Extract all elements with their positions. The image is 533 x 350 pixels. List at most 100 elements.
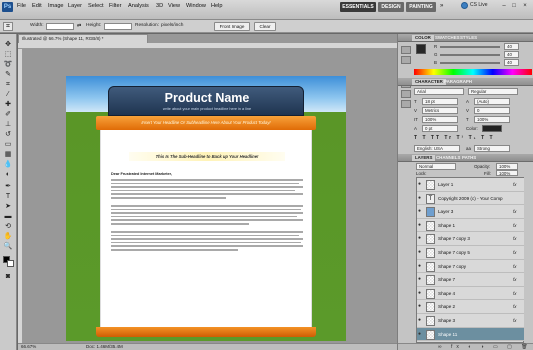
move-tool-icon[interactable]: ✥ (3, 40, 13, 49)
workspace-painting[interactable]: PAINTING (406, 2, 436, 12)
layer-effects-icon[interactable]: fx (513, 291, 516, 296)
visibility-eye-icon[interactable]: ● (418, 182, 424, 187)
healing-brush-tool-icon[interactable]: ✚ (3, 100, 13, 109)
clone-stamp-tool-icon[interactable]: ⊥ (3, 120, 13, 129)
layer-effects-icon[interactable]: fx (513, 318, 516, 323)
visibility-eye-icon[interactable]: ● (418, 236, 424, 241)
tab-styles[interactable]: STYLES (460, 35, 477, 41)
menu-edit[interactable]: Edit (32, 3, 42, 9)
kerning-field[interactable]: Metrics (422, 107, 458, 114)
eraser-tool-icon[interactable]: ▭ (3, 140, 13, 149)
swap-icon[interactable]: ⇄ (77, 23, 81, 29)
document-tab[interactable]: Illustrated @ 66.7% (Shape 11, RGB/8) * (18, 34, 148, 43)
quick-mask-icon[interactable]: ◙ (3, 272, 13, 281)
layer-effects-icon[interactable]: fx (513, 277, 516, 282)
tab-character[interactable]: CHARACTER (412, 79, 446, 85)
layer-row[interactable]: ● Layer 1 fx (417, 178, 524, 192)
menu-filter[interactable]: Filter (109, 3, 121, 9)
layer-effects-icon[interactable]: fx (513, 209, 516, 214)
anti-alias-select[interactable]: Strong (474, 145, 510, 152)
menu-window[interactable]: Window (186, 3, 206, 9)
shape-tool-icon[interactable]: ▬ (3, 212, 13, 221)
layer-effects-icon[interactable]: fx (513, 264, 516, 269)
layer-action-icons[interactable]: ∞ fx ◐ ◑ ▭ ▢ 🗑 (438, 344, 532, 350)
crop-tool-icon[interactable]: ⌗ (3, 80, 13, 89)
marquee-tool-icon[interactable]: ⬚ (3, 50, 13, 59)
close-icon[interactable]: × (521, 2, 529, 10)
fill-field[interactable]: 100% (496, 170, 518, 176)
3d-rotate-tool-icon[interactable]: ⟲ (3, 222, 13, 231)
tab-color[interactable]: COLOR (412, 35, 434, 41)
tab-layers[interactable]: LAYERS (412, 155, 436, 161)
workspace-essentials[interactable]: ESSENTIALS (340, 2, 376, 12)
dodge-tool-icon[interactable]: ◐ (3, 170, 13, 179)
panel-strip-icon-5[interactable] (401, 100, 411, 108)
menu-layer[interactable]: Layer (68, 3, 82, 9)
layer-row[interactable]: ● Shape 4 fx (417, 286, 524, 301)
tab-swatches[interactable]: SWATCHES (435, 35, 460, 41)
b-slider[interactable] (440, 62, 500, 64)
horizontal-scale-field[interactable]: 100% (474, 116, 510, 123)
workspace-design[interactable]: DESIGN (378, 2, 404, 12)
baseline-shift-field[interactable]: 0 pt (422, 125, 458, 132)
crop-tool-preset-icon[interactable]: ⌗ (3, 22, 13, 31)
visibility-eye-icon[interactable]: ● (418, 263, 424, 269)
layer-row[interactable]: ● Shape 11 (417, 327, 524, 342)
lasso-tool-icon[interactable]: ➰ (3, 60, 13, 69)
tab-paths[interactable]: PATHS (462, 155, 476, 161)
layer-effects-icon[interactable]: fx (513, 223, 516, 228)
blur-tool-icon[interactable]: 💧 (3, 160, 13, 169)
minimize-icon[interactable]: – (500, 2, 508, 10)
visibility-eye-icon[interactable]: ● (418, 195, 424, 201)
menu-help[interactable]: Help (211, 3, 223, 9)
layer-row[interactable]: ● Shape 7 copy 5 fx (417, 246, 524, 260)
artwork-canvas[interactable]: Product Name write about your main produ… (66, 76, 346, 341)
front-image-button[interactable]: Front Image (214, 22, 250, 31)
more-workspaces-icon[interactable]: » (440, 3, 443, 9)
visibility-eye-icon[interactable]: ● (418, 209, 424, 214)
font-style-select[interactable]: Regular (468, 88, 518, 95)
type-style-buttons[interactable]: T T TT Tr T¹ T₁ T T (414, 135, 520, 142)
blend-mode-select[interactable]: Normal (416, 163, 456, 170)
visibility-eye-icon[interactable]: ● (418, 250, 424, 255)
layer-effects-icon[interactable]: fx (513, 182, 516, 187)
path-select-tool-icon[interactable]: ➤ (3, 202, 13, 211)
foreground-color-chip[interactable] (416, 44, 426, 54)
cs-live-label[interactable]: CS Live (470, 2, 488, 8)
cs-live-icon[interactable] (461, 2, 468, 9)
font-size-field[interactable]: 18 pt (422, 98, 458, 105)
menu-image[interactable]: Image (48, 3, 64, 9)
type-tool-icon[interactable]: T (3, 192, 13, 201)
layer-effects-icon[interactable]: fx (513, 236, 516, 241)
menu-file[interactable]: File (17, 3, 26, 9)
tracking-field[interactable]: 0 (474, 107, 510, 114)
layer-row[interactable]: ● T Copyright 2009 (c) - Your Comp (417, 191, 524, 206)
menu-view[interactable]: View (168, 3, 180, 9)
zoom-level[interactable]: 66.67% (21, 344, 36, 350)
tab-channels[interactable]: CHANNELS (436, 155, 460, 161)
color-spectrum-ramp[interactable] (414, 69, 532, 75)
language-select[interactable]: English: USA (414, 145, 460, 152)
layer-row[interactable]: ● Shape 7 copy 3 fx (417, 232, 524, 246)
layer-effects-icon[interactable]: fx (513, 304, 516, 309)
layer-row[interactable]: ● Shape 3 fx (417, 314, 524, 328)
opacity-field[interactable]: 100% (496, 163, 518, 170)
zoom-tool-icon[interactable]: 🔍 (3, 242, 13, 251)
brush-tool-icon[interactable]: ✐ (3, 110, 13, 119)
g-value[interactable]: 40 (504, 51, 519, 58)
pen-tool-icon[interactable]: ✒ (3, 182, 13, 191)
visibility-eye-icon[interactable]: ● (418, 277, 424, 282)
layer-row[interactable]: ● Shape 1 fx (417, 218, 524, 233)
visibility-eye-icon[interactable]: ● (418, 304, 424, 309)
quick-select-tool-icon[interactable]: ✎ (3, 70, 13, 79)
r-slider[interactable] (440, 46, 500, 48)
height-field[interactable] (104, 23, 132, 30)
text-color-swatch[interactable] (482, 125, 502, 132)
background-color-swatch[interactable] (7, 260, 14, 267)
width-field[interactable] (46, 23, 74, 30)
eyedropper-tool-icon[interactable]: ⁄ (3, 90, 13, 99)
layer-effects-icon[interactable]: fx (513, 250, 516, 255)
visibility-eye-icon[interactable]: ● (418, 331, 424, 337)
vertical-scale-field[interactable]: 100% (422, 116, 458, 123)
clear-button[interactable]: Clear (254, 22, 276, 31)
